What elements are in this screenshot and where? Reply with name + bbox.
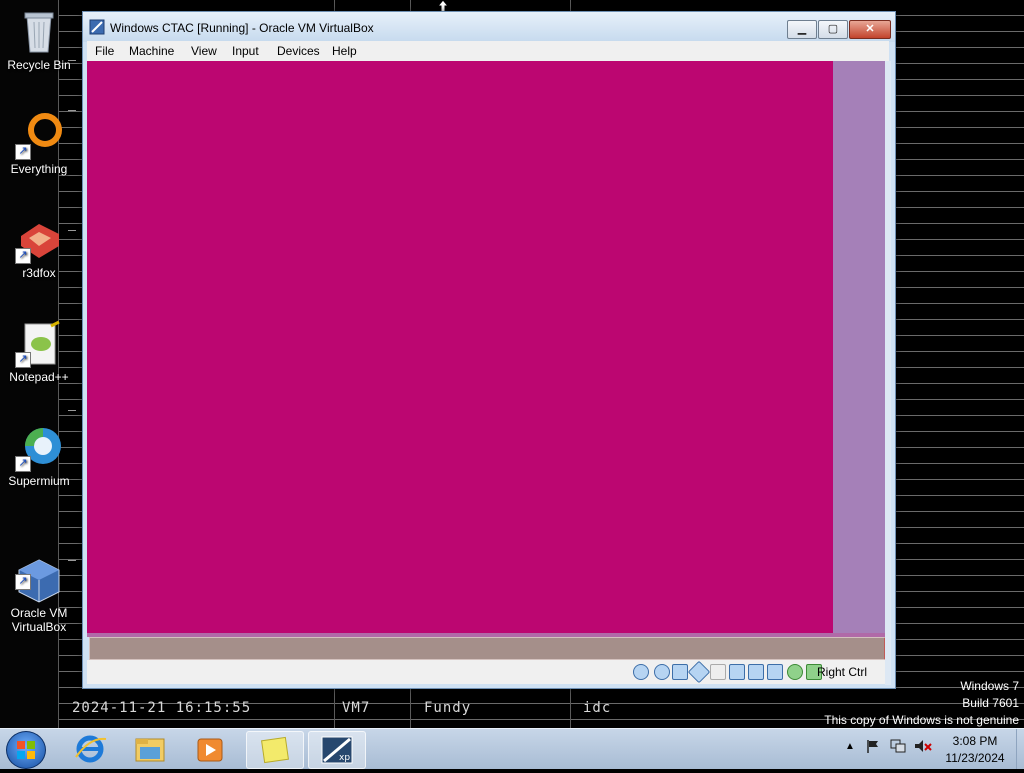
minimize-button[interactable]: ▁ (787, 20, 817, 39)
shortcut-arrow-icon: ↗ (15, 248, 31, 264)
menu-view[interactable]: View (191, 44, 217, 58)
host-key-label: Right Ctrl (816, 665, 867, 679)
log-vm: VM7 (342, 700, 371, 716)
cpu-activity-icon[interactable] (787, 664, 803, 680)
desktop-icon-virtualbox[interactable]: ↗ Oracle VM VirtualBox (1, 528, 77, 648)
clock-time[interactable]: 3:08 PM (940, 734, 1010, 748)
notepad-plus-plus-icon: ↗ (15, 320, 63, 368)
everything-icon: ↗ (15, 112, 63, 160)
desktop-icon-supermium[interactable]: ↗ Supermium (1, 424, 77, 488)
hard-disk-icon[interactable] (633, 664, 649, 680)
log-user: Fundy (424, 700, 472, 716)
folder-icon (135, 738, 165, 762)
display-icon[interactable] (748, 664, 764, 680)
desktop-icon-label: Everything (10, 162, 68, 176)
action-center-flag-icon[interactable] (866, 739, 880, 753)
menu-file[interactable]: File (95, 44, 114, 58)
taskbar-sticky-notes[interactable] (246, 731, 304, 769)
virtualbox-window-icon (89, 19, 105, 35)
guest-display-side-strip (833, 61, 885, 633)
taskbar: xp ▲ 3:08 PM 11/23/2024 (0, 728, 1024, 769)
watermark-os: Windows 7 (960, 679, 1019, 693)
media-player-icon (197, 738, 223, 762)
internet-explorer-icon (75, 735, 107, 763)
show-hidden-icons-icon[interactable]: ▲ (845, 741, 855, 752)
shared-folders-icon[interactable] (729, 664, 745, 680)
guest-display[interactable] (87, 61, 833, 633)
watermark-genuine: This copy of Windows is not genuine (824, 713, 1019, 727)
log-date: 2024-11-21 16:15:55 (72, 700, 252, 716)
menu-devices[interactable]: Devices (277, 44, 320, 58)
windows-logo-icon (17, 741, 35, 759)
watermark-build: Build 7601 (962, 696, 1019, 710)
bg-tick (68, 410, 76, 411)
desktop-icon-everything[interactable]: ↗ Everything (1, 112, 77, 176)
taskbar-explorer[interactable] (122, 731, 178, 767)
virtualbox-window[interactable]: Windows CTAC [Running] - Oracle VM Virtu… (82, 11, 896, 689)
r3dfox-icon: ↗ (15, 216, 63, 264)
shortcut-arrow-icon: ↗ (15, 352, 31, 368)
supermium-icon: ↗ (15, 424, 63, 472)
shortcut-arrow-icon: ↗ (15, 144, 31, 160)
desktop-icon-label: Supermium (8, 474, 70, 488)
recycle-bin-icon (15, 8, 63, 56)
shortcut-arrow-icon: ↗ (15, 456, 31, 472)
desktop-icon-label: Oracle VM VirtualBox (10, 606, 68, 634)
desktop-icon-label: r3dfox (22, 266, 56, 280)
desktop-icon-notepadpp[interactable]: ↗ Notepad++ (1, 320, 77, 384)
network-tray-icon[interactable] (890, 739, 906, 753)
taskbar-virtualbox-vm[interactable]: xp (308, 731, 366, 769)
log-group: idc (583, 700, 612, 716)
close-button[interactable]: ✕ (849, 20, 891, 39)
optical-drive-icon[interactable] (654, 664, 670, 680)
virtualbox-vm-icon: xp (321, 736, 353, 764)
guest-taskbar (89, 637, 887, 660)
audio-icon[interactable] (672, 664, 688, 680)
menu-help[interactable]: Help (332, 44, 357, 58)
window-scrollbar[interactable] (885, 61, 891, 685)
desktop-icon-label: Recycle Bin (7, 58, 71, 72)
usb-icon[interactable] (710, 664, 726, 680)
window-title: Windows CTAC [Running] - Oracle VM Virtu… (110, 21, 374, 35)
menu-input[interactable]: Input (232, 44, 259, 58)
shortcut-arrow-icon: ↗ (15, 574, 31, 590)
taskbar-internet-explorer[interactable] (62, 731, 118, 767)
menu-machine[interactable]: Machine (129, 44, 174, 58)
video-capture-icon[interactable] (767, 664, 783, 680)
sticky-notes-icon (261, 736, 289, 764)
title-bar[interactable]: Windows CTAC [Running] - Oracle VM Virtu… (83, 12, 895, 42)
start-button[interactable] (6, 731, 46, 769)
taskbar-media-player[interactable] (182, 731, 238, 767)
maximize-button[interactable]: ▢ (818, 20, 848, 39)
show-desktop-button[interactable] (1016, 729, 1024, 769)
desktop-icon-r3dfox[interactable]: ↗ r3dfox (1, 216, 77, 280)
desktop-icon-label: Notepad++ (9, 370, 69, 384)
clock-date[interactable]: 11/23/2024 (940, 751, 1010, 765)
network-icon[interactable] (687, 660, 711, 684)
bg-tick (68, 110, 76, 111)
menu-bar: File Machine View Input Devices Help (87, 41, 889, 61)
desktop-icon-recycle-bin[interactable]: Recycle Bin (1, 8, 77, 72)
svg-text:xp: xp (339, 753, 350, 763)
virtualbox-icon: ↗ (15, 542, 63, 603)
volume-muted-icon[interactable] (914, 739, 932, 753)
status-bar: Right Ctrl (87, 660, 885, 684)
